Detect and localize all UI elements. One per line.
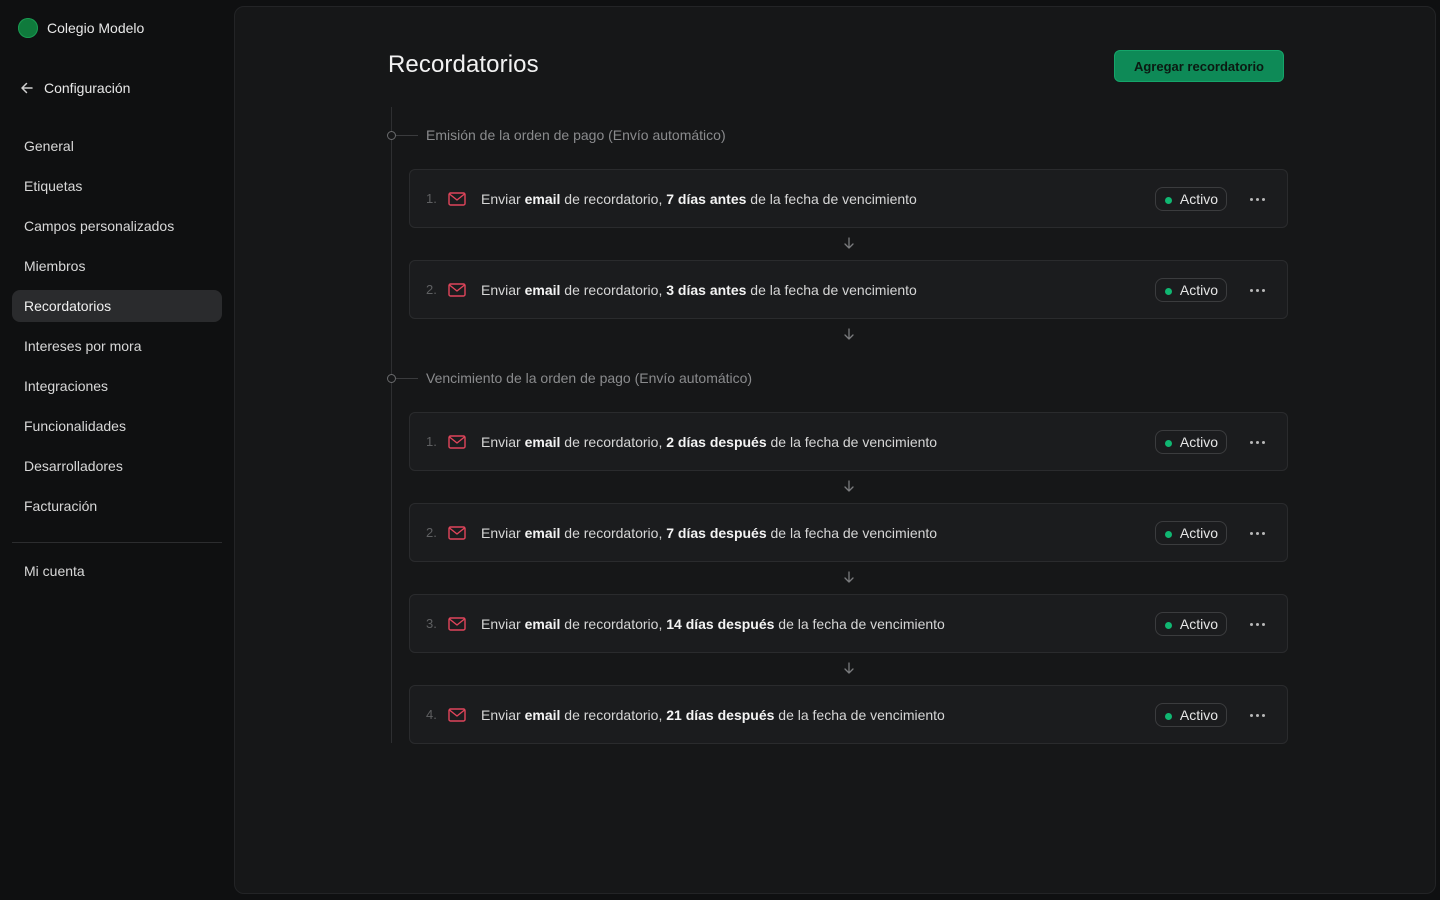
more-options-button[interactable] — [1247, 521, 1267, 545]
reminder-text: Enviar email de recordatorio, 3 días ant… — [481, 281, 917, 298]
arrow-down-icon — [844, 480, 854, 492]
sidebar-item-funcionalidades[interactable]: Funcionalidades — [12, 410, 222, 442]
mail-icon — [448, 282, 466, 297]
arrow-down-icon — [844, 662, 854, 674]
sidebar-item-desarrolladores[interactable]: Desarrolladores — [12, 450, 222, 482]
reminder-card: 2. Enviar email de recordatorio, 7 días … — [409, 503, 1288, 562]
sidebar-item-integraciones[interactable]: Integraciones — [12, 370, 222, 402]
mail-icon — [448, 434, 466, 449]
reminder-index: 4. — [426, 707, 437, 722]
arrow-down-icon — [844, 328, 854, 340]
status-dot — [1164, 197, 1172, 204]
main-panel: Recordatorios Agregar recordatorio Emisi… — [234, 6, 1436, 894]
sidebar-divider — [12, 542, 222, 543]
reminder-card: 3. Enviar email de recordatorio, 14 días… — [409, 594, 1288, 653]
back-label: Configuración — [44, 80, 131, 96]
page-title: Recordatorios — [388, 51, 539, 78]
reminder-index: 3. — [426, 616, 437, 631]
status-dot — [1164, 440, 1172, 447]
mail-icon — [448, 616, 466, 631]
reminder-text: Enviar email de recordatorio, 14 días de… — [481, 615, 945, 632]
status-badge: Activo — [1154, 703, 1227, 727]
timeline-node — [387, 373, 396, 383]
org-switcher[interactable]: Colegio Modelo — [18, 18, 144, 38]
group-header: Emisión de la orden de pago (Envío autom… — [387, 127, 726, 143]
more-options-button[interactable] — [1247, 703, 1267, 727]
arrow-left-icon — [21, 82, 33, 94]
reminder-card: 1. Enviar email de recordatorio, 2 días … — [409, 412, 1288, 471]
reminder-index: 1. — [426, 191, 437, 206]
status-badge: Activo — [1154, 612, 1227, 636]
sidebar-item-facturacion[interactable]: Facturación — [12, 490, 222, 522]
back-to-settings[interactable]: Configuración — [20, 80, 130, 96]
more-options-button[interactable] — [1247, 430, 1267, 454]
sidebar: Colegio Modelo Configuración General Eti… — [0, 0, 234, 900]
arrow-down-icon — [844, 237, 854, 249]
sidebar-item-general[interactable]: General — [12, 130, 222, 162]
reminder-text: Enviar email de recordatorio, 7 días des… — [481, 524, 938, 541]
status-badge: Activo — [1154, 187, 1227, 211]
org-name: Colegio Modelo — [47, 20, 145, 36]
settings-nav: General Etiquetas Campos personalizados … — [12, 130, 222, 530]
status-badge: Activo — [1154, 278, 1227, 302]
status-badge: Activo — [1154, 521, 1227, 545]
reminder-index: 2. — [426, 282, 437, 297]
reminder-text: Enviar email de recordatorio, 21 días de… — [481, 706, 945, 723]
group-label: Emisión de la orden de pago (Envío autom… — [426, 127, 726, 143]
sidebar-item-campos-personalizados[interactable]: Campos personalizados — [12, 210, 222, 242]
status-dot — [1164, 531, 1172, 538]
mail-icon — [448, 191, 466, 206]
status-dot — [1164, 713, 1172, 720]
sidebar-item-intereses-por-mora[interactable]: Intereses por mora — [12, 330, 222, 362]
status-dot — [1164, 288, 1172, 295]
mail-icon — [448, 707, 466, 722]
more-options-button[interactable] — [1247, 278, 1267, 302]
reminder-index: 2. — [426, 525, 437, 540]
more-options-button[interactable] — [1247, 612, 1267, 636]
timeline-node — [387, 130, 396, 140]
status-dot — [1164, 622, 1172, 629]
reminder-card: 2. Enviar email de recordatorio, 3 días … — [409, 260, 1288, 319]
reminder-card: 1. Enviar email de recordatorio, 7 días … — [409, 169, 1288, 228]
add-reminder-button[interactable]: Agregar recordatorio — [1114, 50, 1284, 82]
reminder-text: Enviar email de recordatorio, 7 días ant… — [481, 190, 917, 207]
timeline-line — [391, 107, 392, 743]
org-avatar — [18, 18, 38, 38]
reminder-card: 4. Enviar email de recordatorio, 21 días… — [409, 685, 1288, 744]
mail-icon — [448, 525, 466, 540]
more-options-button[interactable] — [1247, 187, 1267, 211]
group-label: Vencimiento de la orden de pago (Envío a… — [426, 370, 753, 386]
sidebar-item-etiquetas[interactable]: Etiquetas — [12, 170, 222, 202]
sidebar-item-miembros[interactable]: Miembros — [12, 250, 222, 282]
arrow-down-icon — [844, 571, 854, 583]
sidebar-item-mi-cuenta[interactable]: Mi cuenta — [12, 555, 222, 587]
status-badge: Activo — [1154, 430, 1227, 454]
sidebar-item-recordatorios[interactable]: Recordatorios — [12, 290, 222, 322]
group-header: Vencimiento de la orden de pago (Envío a… — [387, 370, 752, 386]
reminder-index: 1. — [426, 434, 437, 449]
reminder-text: Enviar email de recordatorio, 2 días des… — [481, 433, 938, 450]
